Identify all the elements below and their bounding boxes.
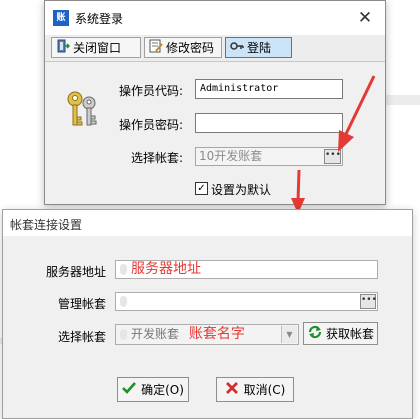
manage-account-input[interactable]: •••: [115, 292, 378, 311]
exit-door-icon: [56, 39, 71, 56]
close-icon[interactable]: ✕: [353, 6, 377, 30]
cancel-label: 取消(C): [243, 383, 286, 397]
edit-password-icon: [149, 39, 163, 56]
x-icon: [225, 381, 239, 398]
confirm-label: 确定(O): [141, 383, 184, 397]
operator-password-input[interactable]: [195, 113, 343, 133]
server-address-label: 服务器地址: [46, 265, 107, 279]
key-icon: [230, 39, 244, 56]
close-window-button[interactable]: 关闭窗口: [51, 37, 141, 58]
server-address-input[interactable]: 服务器地址: [115, 260, 378, 279]
operator-code-label: 操作员代码:: [119, 84, 184, 98]
set-default-label: 设置为默认: [211, 183, 272, 197]
input-dot: [120, 264, 127, 275]
annotation-arrow: [338, 75, 376, 152]
dialog-title: 帐套连接设置: [10, 218, 83, 232]
title-bar: 账 系统登录 ✕: [45, 1, 385, 35]
operator-code-input[interactable]: Administrator: [195, 79, 343, 99]
account-label: 选择帐套:: [131, 151, 184, 165]
server-address-annotation: 服务器地址: [131, 261, 201, 277]
checkmark-icon: [122, 381, 137, 398]
account-select[interactable]: 10开发账套 •••: [195, 147, 343, 166]
dialog-title: 系统登录: [75, 12, 124, 26]
close-window-label: 关闭窗口: [73, 41, 122, 55]
cancel-button[interactable]: 取消(C): [216, 377, 294, 402]
chevron-down-icon[interactable]: ▼: [281, 326, 297, 343]
select-account-combo[interactable]: 开发账套 账套名字 ▼: [115, 324, 299, 345]
confirm-button[interactable]: 确定(O): [117, 377, 189, 402]
change-password-button[interactable]: 修改密码: [144, 37, 222, 58]
keys-icon: [64, 89, 102, 132]
title-bar: 帐套连接设置: [3, 210, 412, 236]
refresh-icon: [307, 324, 323, 343]
select-account-label: 选择帐套: [58, 330, 107, 344]
change-password-label: 修改密码: [166, 41, 215, 55]
login-label: 登陆: [247, 41, 272, 55]
operator-password-label: 操作员密码:: [119, 118, 184, 132]
ellipsis-icon[interactable]: •••: [360, 294, 377, 309]
input-dot: [120, 329, 127, 340]
account-select-value: 10开发账套: [199, 149, 263, 163]
fetch-accounts-label: 获取帐套: [325, 327, 374, 341]
set-default-checkbox[interactable]: ✓: [195, 182, 208, 195]
fetch-accounts-button[interactable]: 获取帐套: [303, 322, 378, 345]
checkbox-check-icon: ✓: [197, 183, 206, 194]
login-button[interactable]: 登陆: [225, 37, 292, 58]
manage-account-label: 管理帐套: [58, 297, 107, 311]
toolbar: 关闭窗口 修改密码 登陆: [45, 35, 385, 62]
select-account-annotation: 账套名字: [188, 326, 245, 342]
select-account-value: 开发账套: [131, 327, 180, 341]
account-connection-dialog: 帐套连接设置 服务器地址 服务器地址 管理帐套 ••• 选择帐套 开发账套 账套…: [2, 209, 413, 419]
app-icon: 账: [53, 10, 69, 26]
input-dot: [120, 296, 127, 307]
